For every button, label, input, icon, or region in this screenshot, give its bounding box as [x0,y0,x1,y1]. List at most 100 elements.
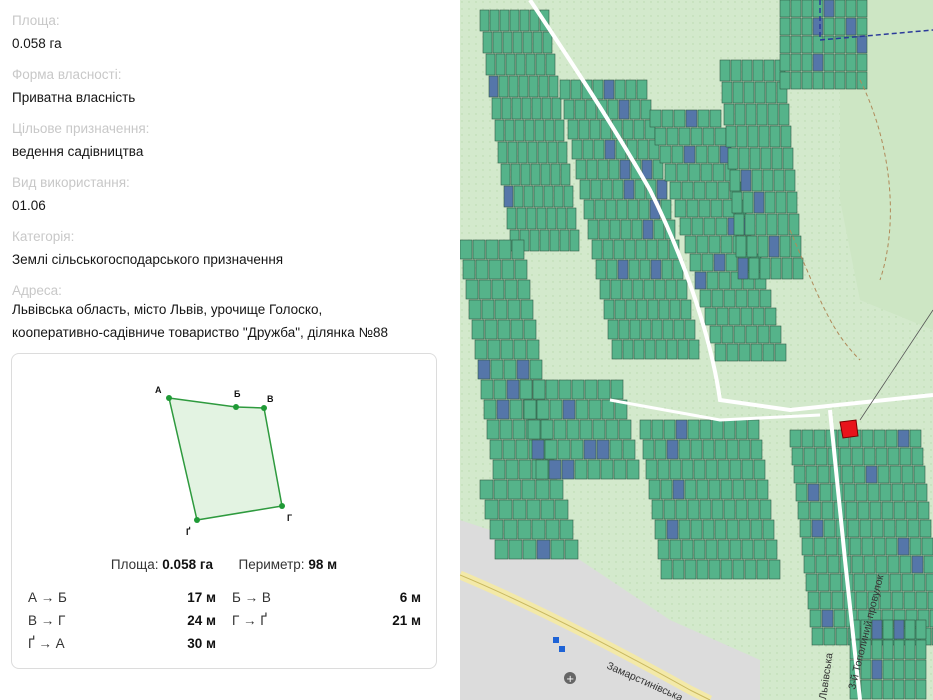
parcel[interactable] [501,259,515,280]
parcel[interactable] [661,259,673,280]
parcel[interactable] [887,555,900,574]
parcel[interactable] [675,499,688,520]
parcel[interactable] [550,163,561,186]
parcel[interactable] [566,419,580,440]
parcel[interactable] [793,465,806,484]
parcel[interactable] [851,447,864,466]
parcel[interactable] [481,299,495,320]
parcel[interactable] [925,573,933,592]
parcel[interactable] [853,465,866,484]
parcel[interactable] [489,439,503,460]
parcel[interactable] [586,159,598,180]
parcel[interactable] [559,229,570,252]
parcel[interactable] [893,659,905,680]
parcel[interactable] [657,239,669,260]
parcel[interactable] [689,253,702,272]
parcel[interactable] [491,279,505,300]
parcel[interactable] [519,379,533,400]
parcel[interactable] [472,239,486,260]
parcel[interactable] [790,53,802,72]
parcel[interactable] [666,339,678,360]
parcel[interactable] [771,147,783,170]
parcel[interactable] [662,319,674,340]
parcel[interactable] [501,97,512,120]
parcel[interactable] [561,459,575,480]
parcel[interactable] [723,289,736,308]
parcel[interactable] [907,519,920,538]
parcel[interactable] [560,163,571,186]
parcel[interactable] [803,447,816,466]
parcel[interactable] [851,555,864,574]
bus-stop-icon[interactable] [553,637,559,643]
parcel[interactable] [803,555,816,574]
parcel[interactable] [551,97,562,120]
parcel[interactable] [646,239,658,260]
parcel[interactable] [714,127,727,146]
parcel[interactable] [882,639,894,660]
parcel[interactable] [677,339,689,360]
parcel[interactable] [570,79,582,100]
parcel[interactable] [569,229,580,252]
parcel[interactable] [705,459,718,480]
parcel[interactable] [672,479,685,500]
parcel[interactable] [550,539,565,560]
parcel[interactable] [779,71,791,90]
parcel[interactable] [750,519,763,540]
parcel[interactable] [817,573,830,592]
parcel[interactable] [484,499,499,520]
parcel[interactable] [871,659,883,680]
parcel[interactable] [587,219,599,240]
parcel[interactable] [889,465,902,484]
parcel[interactable] [553,419,567,440]
parcel[interactable] [619,159,631,180]
parcel[interactable] [712,163,725,182]
parcel[interactable] [860,679,872,700]
parcel[interactable] [661,109,674,128]
parcel[interactable] [834,71,846,90]
parcel[interactable] [693,459,706,480]
parcel[interactable] [831,591,844,610]
parcel[interactable] [574,99,586,120]
parcel[interactable] [740,169,752,192]
parcel[interactable] [540,499,555,520]
parcel[interactable] [483,399,497,420]
parcel[interactable] [768,559,781,580]
parcel[interactable] [639,419,652,440]
parcel[interactable] [525,53,536,76]
parcel[interactable] [625,79,637,100]
parcel[interactable] [585,99,597,120]
parcel[interactable] [616,199,628,220]
parcel[interactable] [750,343,763,362]
parcel[interactable] [915,639,927,660]
parcel[interactable] [589,119,601,140]
parcel[interactable] [536,399,550,420]
parcel[interactable] [680,299,692,320]
parcel[interactable] [889,573,902,592]
parcel[interactable] [790,17,802,36]
parcel[interactable] [512,499,527,520]
parcel[interactable] [658,299,670,320]
parcel[interactable] [500,339,514,360]
parcel[interactable] [494,299,508,320]
parcel[interactable] [523,319,537,340]
parcel[interactable] [699,499,712,520]
parcel[interactable] [639,259,651,280]
parcel[interactable] [845,71,857,90]
parcel[interactable] [753,539,766,560]
parcel[interactable] [823,17,835,36]
parcel[interactable] [660,559,673,580]
parcel[interactable] [499,419,513,440]
parcel[interactable] [812,35,824,54]
parcel[interactable] [911,555,924,574]
parcel[interactable] [465,279,479,300]
parcel[interactable] [676,279,688,300]
parcel[interactable] [503,359,517,380]
parcel[interactable] [759,499,772,520]
parcel[interactable] [856,17,868,36]
parcel[interactable] [919,519,932,538]
parcel[interactable] [885,429,898,448]
parcel[interactable] [636,79,648,100]
parcel[interactable] [883,519,896,538]
parcel[interactable] [665,279,677,300]
parcel[interactable] [768,235,780,258]
